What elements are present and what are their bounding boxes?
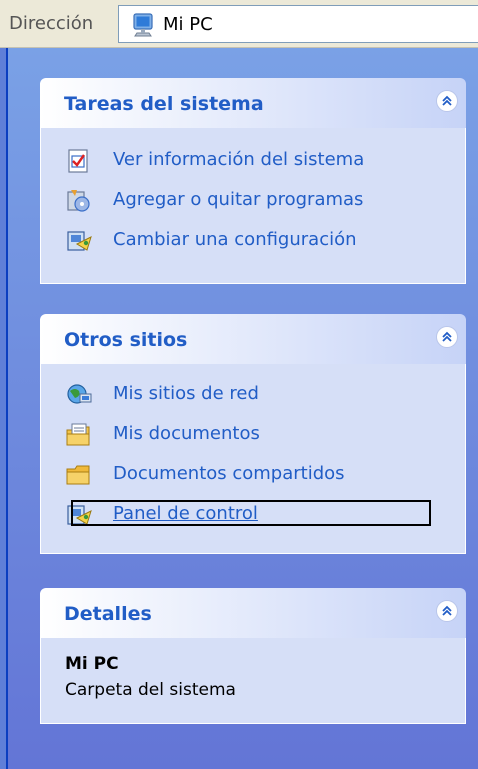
- my-computer-icon: [133, 13, 153, 37]
- place-label: Documentos compartidos: [113, 463, 345, 484]
- place-label: Mis sitios de red: [113, 383, 259, 404]
- address-field[interactable]: Mi PC: [118, 5, 478, 43]
- system-tasks-collapse-button[interactable]: [436, 90, 458, 112]
- address-bar: Dirección Mi PC: [0, 0, 478, 48]
- details-name: Mi PC: [65, 654, 119, 674]
- other-places-body: Mis sitios de red Mis documentos Documen…: [40, 364, 466, 554]
- chevron-up-icon: [442, 605, 452, 616]
- add-remove-programs-icon: [67, 190, 90, 212]
- details-header[interactable]: Detalles: [40, 588, 466, 638]
- details-panel: Detalles Mi PC Carpeta del sistema: [40, 588, 466, 724]
- details-description: Carpeta del sistema: [65, 680, 236, 700]
- other-places-collapse-button[interactable]: [436, 326, 458, 348]
- task-label: Agregar o quitar programas: [113, 189, 364, 210]
- place-shared-documents[interactable]: Documentos compartidos: [65, 460, 445, 490]
- system-tasks-body: Ver información del sistema Agregar o qu…: [40, 128, 466, 284]
- focus-rectangle: [71, 500, 431, 526]
- place-network[interactable]: Mis sitios de red: [65, 380, 445, 410]
- task-add-remove-programs[interactable]: Agregar o quitar programas: [65, 186, 445, 216]
- system-tasks-title: Tareas del sistema: [64, 93, 264, 115]
- other-places-header[interactable]: Otros sitios: [40, 314, 466, 364]
- pane-edge: [0, 48, 8, 769]
- explorer-window: Dirección Mi PC Tareas del sistema Ver i…: [0, 0, 478, 769]
- other-places-title: Otros sitios: [64, 329, 188, 351]
- place-my-documents[interactable]: Mis documentos: [65, 420, 445, 450]
- task-view-system-info[interactable]: Ver información del sistema: [65, 146, 445, 176]
- task-label: Ver información del sistema: [113, 149, 365, 170]
- place-label: Mis documentos: [113, 423, 260, 444]
- details-body: Mi PC Carpeta del sistema: [40, 638, 466, 724]
- chevron-up-icon: [442, 95, 452, 106]
- control-panel-icon: [67, 231, 92, 251]
- task-change-setting[interactable]: Cambiar una configuración: [65, 226, 445, 256]
- system-tasks-panel: Tareas del sistema Ver información del s: [40, 78, 466, 284]
- my-documents-icon: [66, 423, 90, 446]
- other-places-panel: Otros sitios Mis sitios de red Mis docum…: [40, 314, 466, 554]
- task-pane: Tareas del sistema Ver información del s: [0, 48, 478, 769]
- system-info-icon: [68, 149, 88, 173]
- network-places-icon: [67, 384, 92, 404]
- chevron-up-icon: [442, 331, 452, 342]
- folder-icon: [66, 465, 90, 485]
- task-label: Cambiar una configuración: [113, 229, 357, 250]
- details-title: Detalles: [64, 603, 152, 625]
- details-collapse-button[interactable]: [436, 600, 458, 622]
- address-label: Dirección: [9, 13, 94, 34]
- place-control-panel[interactable]: Panel de control: [65, 500, 445, 530]
- system-tasks-header[interactable]: Tareas del sistema: [40, 78, 466, 128]
- address-value: Mi PC: [163, 14, 213, 35]
